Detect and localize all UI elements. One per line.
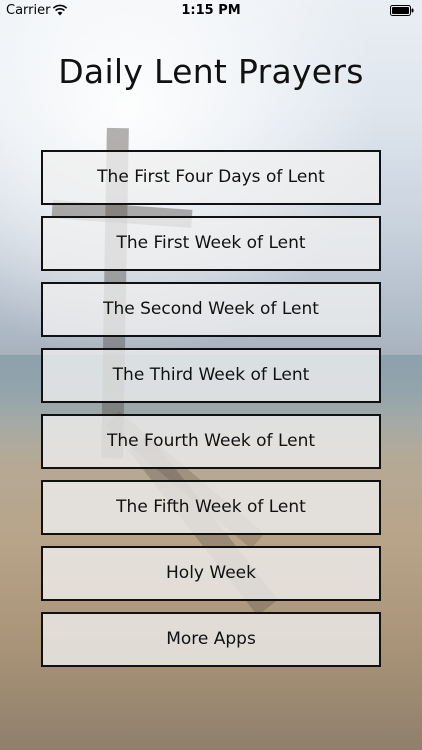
first-week-button[interactable]: The First Week of Lent — [41, 216, 381, 271]
battery-icon — [390, 5, 414, 16]
more-apps-button[interactable]: More Apps — [41, 612, 381, 667]
fourth-week-button[interactable]: The Fourth Week of Lent — [41, 414, 381, 469]
app-screen: Carrier 1:15 PM Daily Lent Prayers The F… — [0, 0, 422, 750]
status-bar: Carrier 1:15 PM — [0, 0, 422, 22]
page-title: Daily Lent Prayers — [58, 52, 364, 91]
first-four-days-button[interactable]: The First Four Days of Lent — [41, 150, 381, 205]
second-week-button[interactable]: The Second Week of Lent — [41, 282, 381, 337]
third-week-button[interactable]: The Third Week of Lent — [41, 348, 381, 403]
fifth-week-button[interactable]: The Fifth Week of Lent — [41, 480, 381, 535]
status-time: 1:15 PM — [181, 3, 241, 18]
prayer-menu: The First Four Days of Lent The First We… — [41, 150, 381, 678]
holy-week-button[interactable]: Holy Week — [41, 546, 381, 601]
